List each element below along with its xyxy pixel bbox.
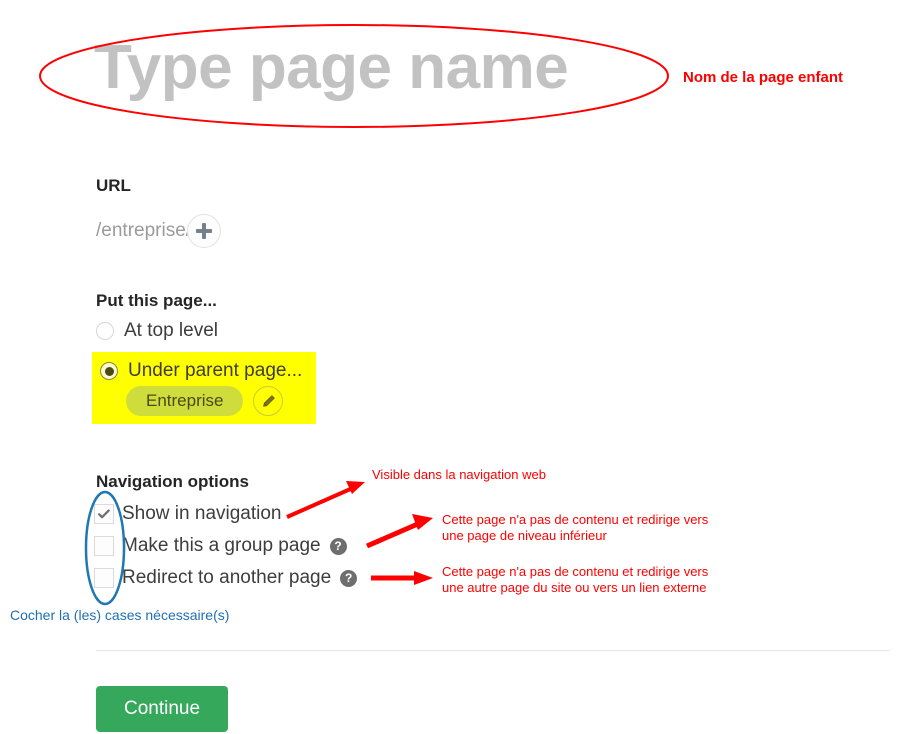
radio-label-top-level: At top level — [124, 320, 218, 341]
checkbox-label-redirect-page: Redirect to another page — [122, 567, 332, 588]
pencil-icon — [263, 394, 275, 407]
checkmark-icon — [98, 509, 110, 519]
checkbox-row-show-in-navigation[interactable]: Show in navigation — [94, 503, 282, 525]
plus-icon-vertical — [202, 223, 207, 239]
annotation-check-boxes-hint: Cocher la (les) cases nécessaire(s) — [10, 607, 230, 623]
placement-label: Put this page... — [96, 291, 217, 310]
radio-option-under-parent[interactable]: Under parent page... — [100, 360, 302, 382]
annotation-group-page: Cette page n'a pas de contenu et redirig… — [442, 512, 709, 544]
checkbox-row-redirect-page[interactable]: Redirect to another page ? — [94, 567, 358, 589]
annotation-page-name: Nom de la page enfant — [683, 69, 844, 86]
radio-label-under-parent: Under parent page... — [128, 360, 303, 381]
question-mark-icon-redirect-page[interactable]: ? — [340, 569, 358, 587]
red-arrow-visible-navigation — [286, 481, 365, 519]
url-label: URL — [96, 176, 131, 195]
parent-page-tag-row: Entreprise — [126, 386, 284, 416]
radio-icon-top-level[interactable] — [96, 322, 114, 340]
annotation-redirect-page: Cette page n'a pas de contenu et redirig… — [442, 564, 709, 596]
annotation-visible-navigation: Visible dans la navigation web — [372, 467, 546, 482]
parent-page-tag[interactable]: Entreprise — [126, 386, 244, 416]
checkbox-show-in-navigation[interactable] — [94, 504, 114, 524]
question-mark-icon-group-page[interactable]: ? — [329, 537, 347, 555]
parent-page-edit-button[interactable] — [253, 386, 284, 416]
navigation-options-label: Navigation options — [96, 472, 249, 491]
checkbox-label-show-in-navigation: Show in navigation — [122, 503, 282, 524]
url-field-row: /entreprise/ — [96, 214, 222, 248]
checkbox-group-page[interactable] — [94, 536, 114, 556]
section-divider — [96, 650, 890, 651]
url-add-button[interactable] — [187, 214, 222, 248]
url-value[interactable]: /entreprise/ — [96, 220, 191, 242]
checkbox-row-group-page[interactable]: Make this a group page ? — [94, 535, 347, 557]
checkbox-redirect-page[interactable] — [94, 568, 114, 588]
radio-option-top-level[interactable]: At top level — [96, 320, 218, 342]
red-arrow-redirect-page — [371, 571, 433, 585]
checkbox-label-group-page: Make this a group page — [122, 535, 321, 556]
red-arrow-group-page — [366, 514, 433, 549]
page-title-placeholder[interactable]: Type page name — [94, 33, 569, 102]
continue-button[interactable]: Continue — [96, 686, 228, 732]
radio-icon-under-parent[interactable] — [100, 362, 118, 380]
